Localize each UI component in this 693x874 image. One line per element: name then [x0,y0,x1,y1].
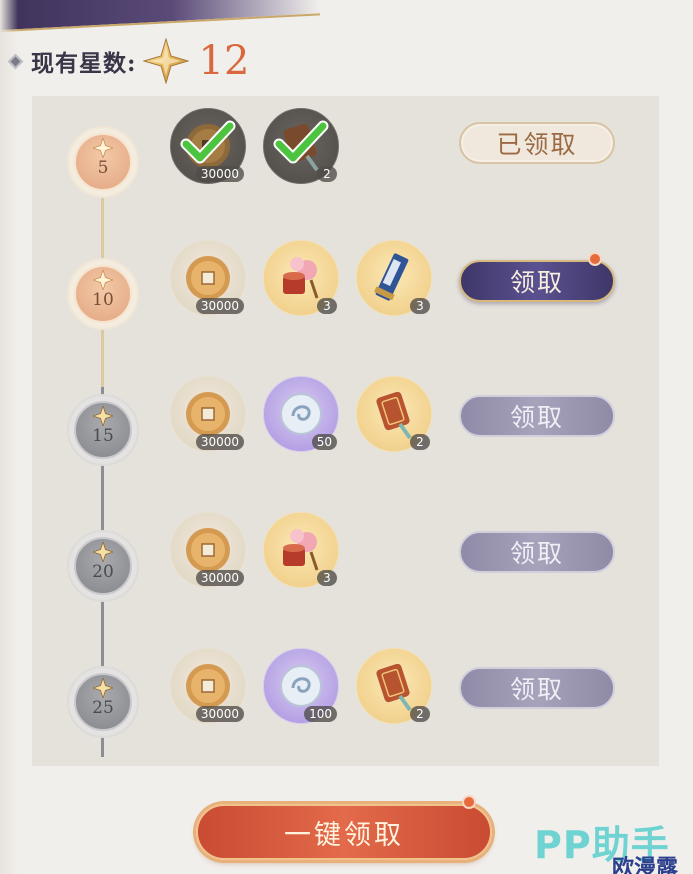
notification-dot [588,252,602,266]
reward-tier-row: 5 30000 2 已领取 [0,108,693,208]
mini-star-icon [93,542,113,562]
reward-item[interactable]: 3 [263,512,339,588]
tier-level-label: 10 [92,290,114,310]
tier-node: 15 [69,396,137,464]
mini-star-icon [93,678,113,698]
tier-level-label: 5 [97,158,109,178]
current-stars-count: 12 [198,38,250,84]
reward-item[interactable]: 3 [263,240,339,316]
tier-level-label: 20 [92,562,114,582]
star-reward-page: 现有星数: 12 5 30000 2 已领取 10 30000 3 3 领取 1… [0,0,693,874]
item-quantity: 30000 [195,166,244,182]
item-quantity: 2 [410,434,430,450]
current-stars-label: 现有星数: [31,50,137,77]
item-quantity: 50 [311,434,337,450]
top-decoration [0,0,320,33]
reward-item[interactable]: 100 [263,648,339,724]
reward-tier-row: 20 30000 3 领取 [0,512,693,612]
item-quantity: 30000 [195,570,244,586]
reward-item[interactable]: 30000 [170,512,246,588]
reward-tier-row: 25 30000 100 2 领取 [0,648,693,748]
tier-node: 20 [69,532,137,600]
reward-item[interactable]: 2 [356,648,432,724]
notification-dot [462,795,476,809]
item-quantity: 30000 [195,706,244,722]
reward-tier-row: 15 30000 50 2 领取 [0,376,693,476]
mini-star-icon [93,138,113,158]
item-quantity: 3 [410,298,430,314]
tier-node: 5 [69,128,137,196]
item-quantity: 2 [410,706,430,722]
claim-all-button[interactable]: 一键领取 [196,804,492,860]
reward-item[interactable]: 30000 [170,108,246,184]
item-quantity: 30000 [195,434,244,450]
item-quantity: 100 [304,706,337,722]
reward-item[interactable]: 2 [263,108,339,184]
reward-item[interactable]: 30000 [170,376,246,452]
mini-star-icon [93,406,113,426]
claim-button[interactable]: 领取 [459,260,615,302]
claim-button-locked[interactable]: 领取 [459,395,615,437]
reward-item[interactable]: 3 [356,240,432,316]
claimed-button: 已领取 [459,122,615,164]
reward-item[interactable]: 30000 [170,240,246,316]
item-quantity: 3 [317,298,337,314]
reward-tier-row: 10 30000 3 3 领取 [0,240,693,340]
four-point-star-icon [142,38,189,84]
reward-item[interactable]: 2 [356,376,432,452]
check-mark-icon [180,120,236,164]
current-stars-header: 现有星数: 12 [7,38,250,84]
claim-button-locked[interactable]: 领取 [459,531,615,573]
watermark: PP助手 欧漫露 [534,814,693,874]
mini-star-icon [93,270,113,290]
tier-level-label: 15 [92,426,114,446]
reward-item[interactable]: 50 [263,376,339,452]
watermark-site: 欧漫露 [612,856,679,874]
item-quantity: 3 [317,570,337,586]
tier-node: 25 [69,668,137,736]
item-quantity: 2 [317,166,337,182]
reward-item[interactable]: 30000 [170,648,246,724]
item-quantity: 30000 [195,298,244,314]
tier-node: 10 [69,260,137,328]
diamond-bullet-icon [7,53,24,69]
check-mark-icon [273,120,329,164]
claim-button-locked[interactable]: 领取 [459,667,615,709]
tier-level-label: 25 [92,698,114,718]
